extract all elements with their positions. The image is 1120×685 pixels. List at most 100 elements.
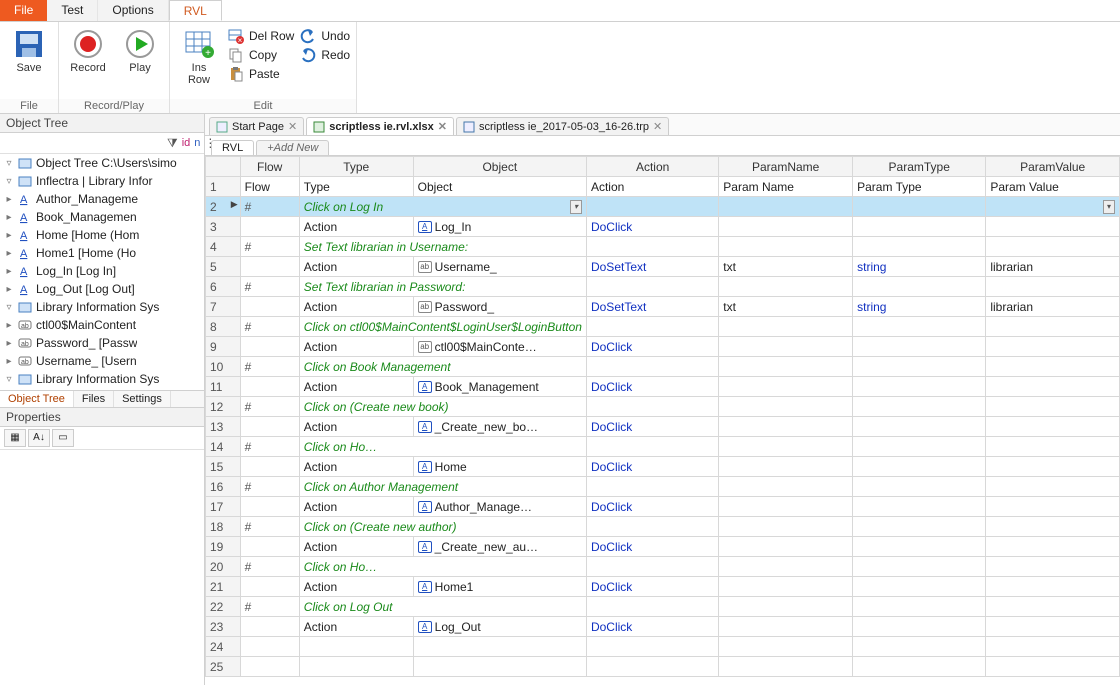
row-number[interactable]: 7: [206, 297, 241, 317]
tree-twisty[interactable]: ▸: [4, 320, 14, 331]
cell[interactable]: [853, 437, 986, 457]
cell[interactable]: Object: [413, 177, 586, 197]
grid-row[interactable]: 20#Click on Ho…: [206, 557, 1120, 577]
cell-flow[interactable]: #: [240, 557, 299, 577]
tree-twisty[interactable]: ▸: [4, 284, 14, 295]
menu-file[interactable]: File: [0, 0, 47, 21]
tree-node[interactable]: ▸AHome1 [Home (Ho: [0, 244, 204, 262]
object-tree[interactable]: ▿Object Tree C:\Users\simo ▿Inflectra | …: [0, 154, 204, 390]
row-number[interactable]: 25: [206, 657, 241, 677]
cell-paramname[interactable]: [719, 537, 853, 557]
sheet-tab-add[interactable]: +Add New: [256, 140, 329, 155]
grid-row[interactable]: 25: [206, 657, 1120, 677]
cell-paramtype[interactable]: [853, 337, 986, 357]
cell-action[interactable]: DoClick: [586, 217, 718, 237]
prop-categorized-button[interactable]: ▦: [4, 429, 26, 447]
grid-row[interactable]: 9Actionabctl00$MainConte…DoClick: [206, 337, 1120, 357]
row-number[interactable]: 17: [206, 497, 241, 517]
cell-paramtype[interactable]: [853, 377, 986, 397]
cell[interactable]: [986, 557, 1120, 577]
cell-action[interactable]: DoClick: [586, 457, 718, 477]
doc-tab-rvl[interactable]: scriptless ie.rvl.xlsx✕: [306, 117, 454, 135]
cell-paramvalue[interactable]: [986, 617, 1120, 637]
col-paramvalue[interactable]: ParamValue: [986, 157, 1120, 177]
cell[interactable]: [719, 437, 853, 457]
cell[interactable]: [586, 197, 718, 217]
cell-paramtype[interactable]: string: [853, 257, 986, 277]
copy-button[interactable]: Copy: [228, 47, 294, 63]
cell-paramname[interactable]: [719, 337, 853, 357]
cell[interactable]: [586, 637, 718, 657]
cell[interactable]: Action: [586, 177, 718, 197]
left-tab-object-tree[interactable]: Object Tree: [0, 391, 74, 407]
cell-paramtype[interactable]: [853, 417, 986, 437]
cell[interactable]: [986, 517, 1120, 537]
row-number[interactable]: 22: [206, 597, 241, 617]
grid-row[interactable]: 12#Click on (Create new book): [206, 397, 1120, 417]
cell[interactable]: [719, 197, 853, 217]
grid-row[interactable]: 1 Flow Type Object Action Param Name Par…: [206, 177, 1120, 197]
cell-comment[interactable]: Set Text librarian in Password:: [299, 277, 586, 297]
cell-type[interactable]: Action: [299, 617, 413, 637]
cell-flow[interactable]: #: [240, 357, 299, 377]
grid-row[interactable]: 7ActionabPassword_DoSetTexttxtstringlibr…: [206, 297, 1120, 317]
tree-twisty[interactable]: ▸: [4, 194, 14, 205]
cell[interactable]: [853, 317, 986, 337]
cell[interactable]: [299, 657, 413, 677]
cell[interactable]: [853, 477, 986, 497]
grid-row[interactable]: 19ActionA_Create_new_au…DoClick: [206, 537, 1120, 557]
cell[interactable]: Param Type: [853, 177, 986, 197]
cell[interactable]: [586, 657, 718, 677]
cell-type[interactable]: Action: [299, 457, 413, 477]
cell[interactable]: Flow: [240, 177, 299, 197]
cell[interactable]: [586, 357, 718, 377]
cell-flow[interactable]: #: [240, 317, 299, 337]
col-paramname[interactable]: ParamName: [719, 157, 853, 177]
tree-twisty[interactable]: ▸: [4, 248, 14, 259]
cell-paramvalue[interactable]: [986, 337, 1120, 357]
cell[interactable]: [986, 397, 1120, 417]
cell[interactable]: [986, 437, 1120, 457]
tree-twisty[interactable]: ▿: [4, 302, 14, 313]
cell-paramvalue[interactable]: [986, 377, 1120, 397]
cell-object[interactable]: ALog_In: [413, 217, 586, 237]
cell-flow[interactable]: #: [240, 597, 299, 617]
grid-row[interactable]: 22#Click on Log Out: [206, 597, 1120, 617]
cell-object[interactable]: abPassword_: [413, 297, 586, 317]
cell-action[interactable]: DoClick: [586, 377, 718, 397]
cell[interactable]: [413, 657, 586, 677]
cell[interactable]: [853, 197, 986, 217]
cell-action[interactable]: DoClick: [586, 617, 718, 637]
cell-type[interactable]: Action: [299, 537, 413, 557]
grid-row[interactable]: 6#Set Text librarian in Password:: [206, 277, 1120, 297]
cell[interactable]: Type: [299, 177, 413, 197]
cell-object[interactable]: ABook_Management: [413, 377, 586, 397]
grid-row[interactable]: 2#Click on Log In▾▾: [206, 197, 1120, 217]
cell[interactable]: [719, 237, 853, 257]
row-number[interactable]: 2: [206, 197, 241, 217]
menu-test[interactable]: Test: [47, 0, 98, 21]
cell-comment[interactable]: Click on (Create new author): [299, 517, 586, 537]
cell-paramname[interactable]: [719, 617, 853, 637]
cell[interactable]: [986, 597, 1120, 617]
cell[interactable]: [986, 657, 1120, 677]
cell-flow[interactable]: [240, 417, 299, 437]
cell[interactable]: [719, 597, 853, 617]
cell[interactable]: [413, 637, 586, 657]
tree-node[interactable]: ▸abctl00$MainContent: [0, 316, 204, 334]
row-number[interactable]: 4: [206, 237, 241, 257]
cell-paramvalue[interactable]: librarian: [986, 257, 1120, 277]
cell-paramvalue[interactable]: librarian: [986, 297, 1120, 317]
cell-paramname[interactable]: [719, 377, 853, 397]
tree-twisty[interactable]: ▸: [4, 338, 14, 349]
cell[interactable]: [853, 277, 986, 297]
grid-row[interactable]: 11ActionABook_ManagementDoClick: [206, 377, 1120, 397]
cell-comment[interactable]: Click on Book Management: [299, 357, 586, 377]
del-row-button[interactable]: ×Del Row: [228, 28, 294, 44]
rvl-grid[interactable]: Flow Type Object Action ParamName ParamT…: [205, 156, 1120, 677]
grid-row[interactable]: 23ActionALog_OutDoClick: [206, 617, 1120, 637]
tree-twisty[interactable]: ▸: [4, 356, 14, 367]
cell[interactable]: [586, 557, 718, 577]
row-number[interactable]: 19: [206, 537, 241, 557]
row-number[interactable]: 16: [206, 477, 241, 497]
